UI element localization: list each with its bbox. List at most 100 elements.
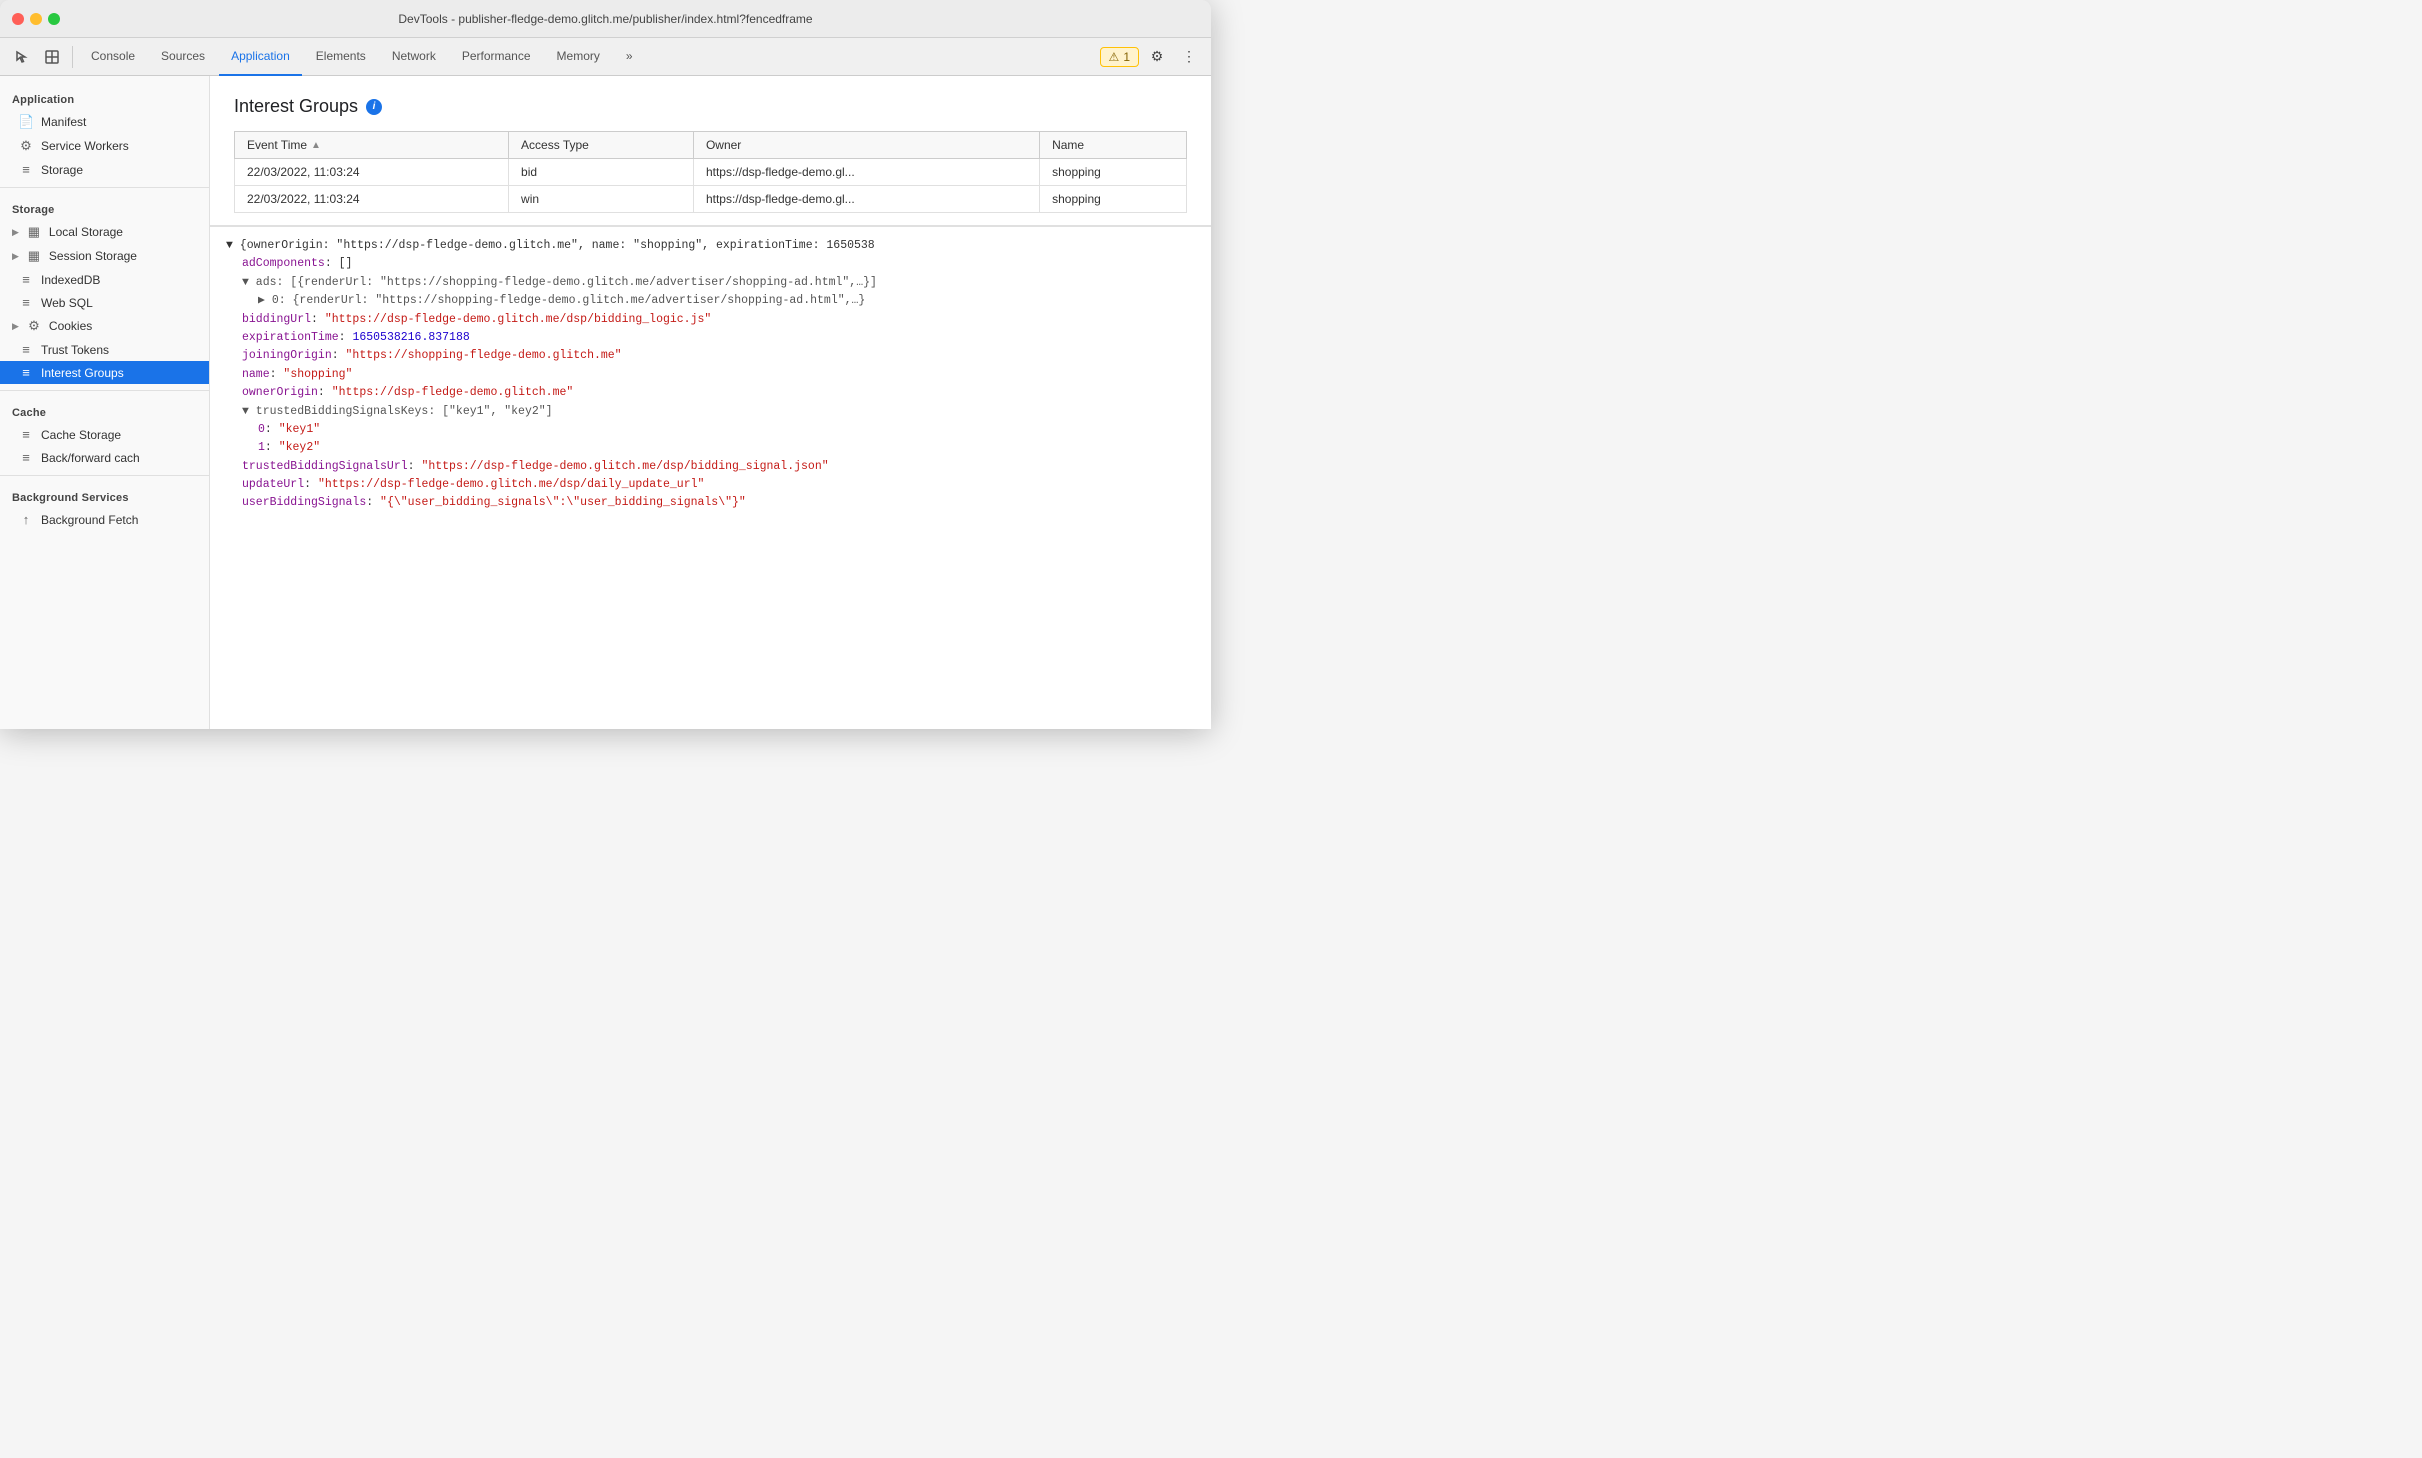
tab-overflow[interactable]: »: [614, 38, 645, 76]
tab-console[interactable]: Console: [79, 38, 147, 76]
sidebar-item-trust-tokens[interactable]: ≡ Trust Tokens: [0, 338, 209, 361]
sidebar-label-cache-storage: Cache Storage: [41, 428, 121, 442]
sidebar-label-manifest: Manifest: [41, 115, 86, 129]
sidebar-item-manifest[interactable]: 📄 Manifest: [0, 110, 209, 134]
cursor-icon-btn[interactable]: [8, 43, 36, 71]
cell-event-time: 22/03/2022, 11:03:24: [235, 186, 509, 213]
sidebar-label-background-fetch: Background Fetch: [41, 513, 138, 527]
sidebar-item-web-sql[interactable]: ≡ Web SQL: [0, 291, 209, 314]
maximize-button[interactable]: [48, 13, 60, 25]
local-storage-arrow: ▶: [12, 227, 19, 238]
tab-sources[interactable]: Sources: [149, 38, 217, 76]
page-title-text: Interest Groups: [234, 96, 358, 117]
col-header-name[interactable]: Name: [1040, 132, 1187, 159]
tab-performance[interactable]: Performance: [450, 38, 543, 76]
sidebar-divider-2: [0, 390, 209, 391]
window-title: DevTools - publisher-fledge-demo.glitch.…: [398, 12, 812, 26]
interest-groups-table: Event Time ▲ Access Type Owner Name 22/0…: [234, 131, 1187, 213]
tab-elements[interactable]: Elements: [304, 38, 378, 76]
sidebar-item-cookies[interactable]: ▶ ⚙ Cookies: [0, 314, 209, 338]
tab-application[interactable]: Application: [219, 38, 302, 76]
json-line[interactable]: ▼ trustedBiddingSignalsKeys: ["key1", "k…: [226, 403, 1195, 421]
col-header-access-type[interactable]: Access Type: [509, 132, 694, 159]
sidebar-item-local-storage[interactable]: ▶ ▦ Local Storage: [0, 220, 209, 244]
cell-owner: https://dsp-fledge-demo.gl...: [693, 186, 1039, 213]
service-workers-icon: ⚙: [18, 138, 34, 154]
json-line: ownerOrigin: "https://dsp-fledge-demo.gl…: [226, 384, 1195, 402]
sidebar-label-service-workers: Service Workers: [41, 139, 129, 153]
more-button[interactable]: ⋮: [1175, 43, 1203, 71]
title-bar: DevTools - publisher-fledge-demo.glitch.…: [0, 0, 1211, 38]
close-button[interactable]: [12, 13, 24, 25]
interest-groups-header-area: Interest Groups i Event Time ▲ Access Ty…: [210, 76, 1211, 226]
interest-groups-icon: ≡: [18, 365, 34, 380]
cell-name: shopping: [1040, 159, 1187, 186]
sidebar-item-interest-groups[interactable]: ≡ Interest Groups: [0, 361, 209, 384]
json-line: biddingUrl: "https://dsp-fledge-demo.gli…: [226, 311, 1195, 329]
sidebar-section-application: Application: [0, 84, 209, 110]
sidebar-label-session-storage: Session Storage: [49, 249, 137, 263]
manifest-icon: 📄: [18, 114, 34, 130]
col-header-event-time[interactable]: Event Time ▲: [235, 132, 509, 159]
cookies-icon: ⚙: [26, 318, 42, 334]
toolbar: Console Sources Application Elements Net…: [0, 38, 1211, 76]
cell-access-type: bid: [509, 159, 694, 186]
indexed-db-icon: ≡: [18, 272, 34, 287]
json-line: updateUrl: "https://dsp-fledge-demo.glit…: [226, 476, 1195, 494]
table-row[interactable]: 22/03/2022, 11:03:24 bid https://dsp-fle…: [235, 159, 1187, 186]
sidebar-item-background-fetch[interactable]: ↑ Background Fetch: [0, 508, 209, 531]
local-storage-icon: ▦: [26, 224, 42, 240]
json-line: userBiddingSignals: "{\"user_bidding_sig…: [226, 494, 1195, 512]
minimize-button[interactable]: [30, 13, 42, 25]
sidebar-label-interest-groups: Interest Groups: [41, 366, 124, 380]
json-line[interactable]: ▼ ads: [{renderUrl: "https://shopping-fl…: [226, 274, 1195, 292]
cell-owner: https://dsp-fledge-demo.gl...: [693, 159, 1039, 186]
content-panel: Interest Groups i Event Time ▲ Access Ty…: [210, 76, 1211, 729]
table-row[interactable]: 22/03/2022, 11:03:24 win https://dsp-fle…: [235, 186, 1187, 213]
sidebar-label-cookies: Cookies: [49, 319, 92, 333]
sidebar-item-indexed-db[interactable]: ≡ IndexedDB: [0, 268, 209, 291]
tab-memory[interactable]: Memory: [545, 38, 612, 76]
sidebar-section-storage: Storage: [0, 194, 209, 220]
traffic-lights: [12, 13, 60, 25]
sidebar-section-cache: Cache: [0, 397, 209, 423]
main-container: Application 📄 Manifest ⚙ Service Workers…: [0, 76, 1211, 729]
sidebar-label-trust-tokens: Trust Tokens: [41, 343, 109, 357]
json-line: adComponents: []: [226, 255, 1195, 273]
warning-badge[interactable]: ⚠ 1: [1100, 47, 1139, 67]
json-line[interactable]: ▶ 0: {renderUrl: "https://shopping-fledg…: [226, 292, 1195, 310]
sidebar-label-back-forward-cache: Back/forward cach: [41, 451, 140, 465]
settings-button[interactable]: ⚙: [1143, 43, 1171, 71]
tab-network[interactable]: Network: [380, 38, 448, 76]
sidebar-item-cache-storage[interactable]: ≡ Cache Storage: [0, 423, 209, 446]
background-fetch-icon: ↑: [18, 512, 34, 527]
sidebar-item-service-workers[interactable]: ⚙ Service Workers: [0, 134, 209, 158]
sidebar: Application 📄 Manifest ⚙ Service Workers…: [0, 76, 210, 729]
info-icon[interactable]: i: [366, 99, 382, 115]
sort-arrow-icon: ▲: [311, 140, 321, 151]
col-header-owner[interactable]: Owner: [693, 132, 1039, 159]
sidebar-label-local-storage: Local Storage: [49, 225, 123, 239]
toolbar-divider: [72, 46, 73, 68]
sidebar-label-storage-app: Storage: [41, 163, 83, 177]
json-line: ▼ {ownerOrigin: "https://dsp-fledge-demo…: [226, 237, 1195, 255]
storage-app-icon: ≡: [18, 162, 34, 177]
sidebar-item-session-storage[interactable]: ▶ ▦ Session Storage: [0, 244, 209, 268]
page-title: Interest Groups i: [234, 96, 1187, 117]
sidebar-label-indexed-db: IndexedDB: [41, 273, 100, 287]
sidebar-divider-3: [0, 475, 209, 476]
json-detail-area: ▼ {ownerOrigin: "https://dsp-fledge-demo…: [210, 226, 1211, 729]
session-storage-icon: ▦: [26, 248, 42, 264]
sidebar-item-back-forward-cache[interactable]: ≡ Back/forward cach: [0, 446, 209, 469]
json-line: trustedBiddingSignalsUrl: "https://dsp-f…: [226, 458, 1195, 476]
inspect-icon-btn[interactable]: [38, 43, 66, 71]
json-line: expirationTime: 1650538216.837188: [226, 329, 1195, 347]
json-line: joiningOrigin: "https://shopping-fledge-…: [226, 347, 1195, 365]
json-line: 1: "key2": [226, 439, 1195, 457]
cell-access-type: win: [509, 186, 694, 213]
sidebar-item-storage-app[interactable]: ≡ Storage: [0, 158, 209, 181]
warn-icon: ⚠: [1109, 50, 1120, 64]
cache-storage-icon: ≡: [18, 427, 34, 442]
session-storage-arrow: ▶: [12, 251, 19, 262]
json-line: 0: "key1": [226, 421, 1195, 439]
